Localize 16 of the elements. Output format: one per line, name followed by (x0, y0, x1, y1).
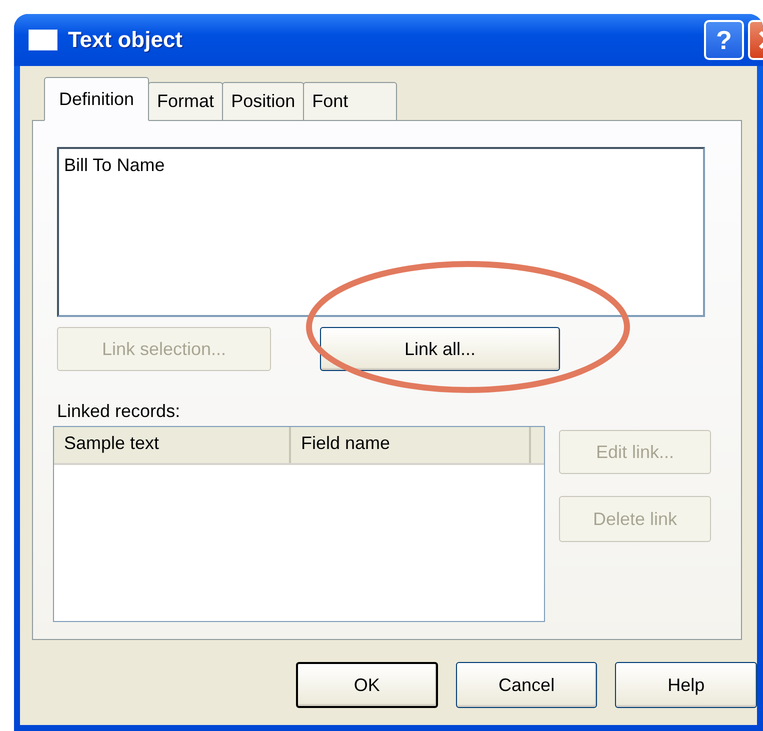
help-button[interactable]: ? (704, 20, 744, 60)
linked-records-list[interactable]: Sample text Field name (53, 426, 545, 622)
column-header[interactable]: Sample text (54, 427, 291, 463)
window-icon (28, 29, 58, 51)
tab[interactable]: Format (148, 82, 224, 120)
tab[interactable]: Position (222, 82, 304, 120)
link-all-button[interactable]: Link all... (320, 327, 560, 371)
window-title: Text object (68, 27, 184, 53)
tab[interactable]: Definition (44, 77, 150, 121)
text-field[interactable]: Bill To Name (57, 147, 705, 317)
ok-button[interactable]: OK (296, 662, 438, 708)
tab[interactable]: Font (303, 82, 398, 120)
column-header[interactable]: Field name (291, 427, 531, 463)
help-button[interactable]: Help (615, 662, 758, 708)
cancel-button[interactable]: Cancel (456, 662, 598, 708)
linked-records-label: Linked records: (57, 401, 182, 422)
